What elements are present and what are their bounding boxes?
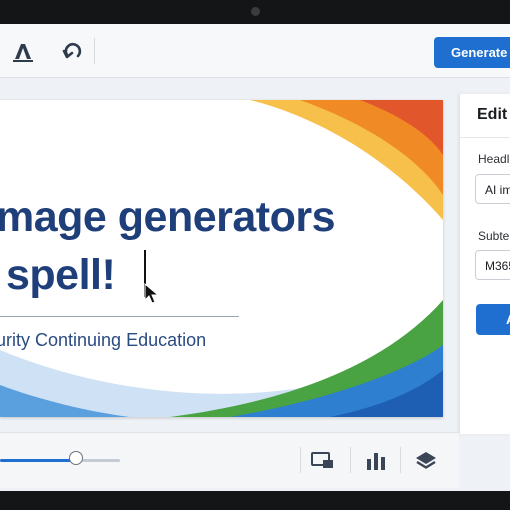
slide-headline-line1: mage generators <box>0 193 336 241</box>
bottom-divider-1 <box>300 447 301 473</box>
apply-button[interactable]: A <box>476 304 510 335</box>
app-screen: Generate mage generators spell! urity Co… <box>0 24 510 491</box>
edit-panel-divider <box>460 137 510 138</box>
slide-subtext: urity Continuing Education <box>0 330 207 350</box>
top-toolbar: Generate <box>0 24 510 78</box>
toolbar-divider <box>94 38 95 64</box>
slide-divider-line <box>0 316 239 317</box>
subtext-input[interactable]: M365 <box>475 250 510 280</box>
bar-chart-icon[interactable] <box>362 447 390 475</box>
text-style-icon[interactable] <box>10 39 36 65</box>
headline-field-label: Headli <box>478 152 510 166</box>
layers-icon[interactable] <box>412 447 440 475</box>
edit-panel-title: Edit <box>477 106 508 123</box>
redo-icon[interactable] <box>60 39 86 65</box>
slide-canvas[interactable]: mage generators spell! urity Continuing … <box>0 100 443 417</box>
device-bezel-bottom <box>0 491 510 510</box>
device-bezel-top <box>0 0 510 24</box>
subtext-field-label: Subte <box>478 229 510 243</box>
bottom-divider-3 <box>400 447 401 473</box>
generate-button[interactable]: Generate <box>434 37 510 68</box>
headline-input[interactable]: AI im <box>475 174 510 204</box>
bottom-divider-2 <box>350 447 351 473</box>
slide-headline-line2: spell! <box>6 251 116 299</box>
zoom-slider-track[interactable] <box>0 459 120 462</box>
bottom-toolbar <box>0 432 459 488</box>
edit-panel: Edit Headli AI im Subte M365 A <box>459 94 510 434</box>
camera-dot <box>251 7 260 16</box>
zoom-slider-fill <box>0 459 76 462</box>
zoom-slider-thumb[interactable] <box>68 451 83 465</box>
screen-share-icon[interactable] <box>309 447 337 475</box>
mouse-pointer-icon <box>144 283 160 304</box>
